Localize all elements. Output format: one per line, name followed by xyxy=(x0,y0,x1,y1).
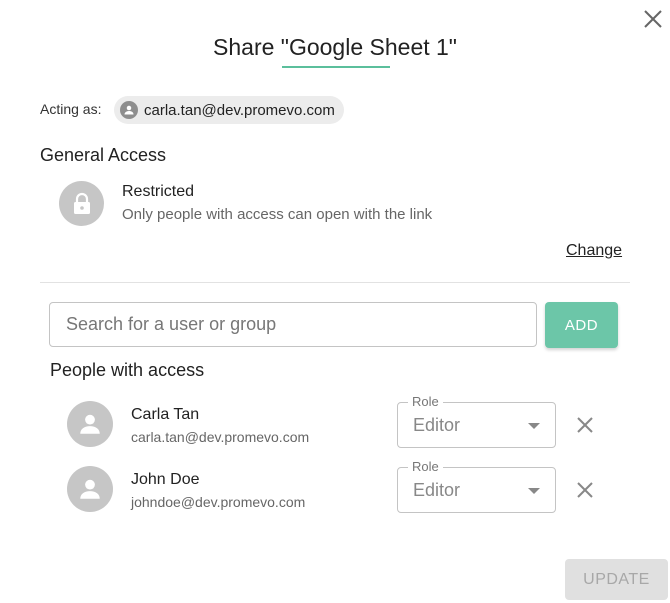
role-label: Role xyxy=(408,459,443,474)
divider xyxy=(40,282,630,283)
chevron-down-icon xyxy=(528,488,540,494)
add-button[interactable]: ADD xyxy=(545,302,618,348)
access-level-title: Restricted xyxy=(122,183,195,200)
person-email: carla.tan@dev.promevo.com xyxy=(131,429,310,445)
remove-person-icon[interactable] xyxy=(574,414,596,436)
title-underline xyxy=(282,66,390,68)
acting-as-chip[interactable]: carla.tan@dev.promevo.com xyxy=(114,96,344,124)
role-select[interactable]: Role Editor xyxy=(397,459,556,513)
person-name: Carla Tan xyxy=(131,406,200,423)
search-input[interactable] xyxy=(49,302,537,347)
remove-person-icon[interactable] xyxy=(574,479,596,501)
role-value: Editor xyxy=(413,415,461,435)
avatar xyxy=(67,466,113,512)
person-icon xyxy=(80,479,100,499)
role-value: Editor xyxy=(413,480,461,500)
role-select[interactable]: Role Editor xyxy=(397,394,556,448)
update-button[interactable]: UPDATE xyxy=(565,559,668,600)
person-email: johndoe@dev.promevo.com xyxy=(131,494,306,510)
chevron-down-icon xyxy=(528,423,540,429)
person-icon xyxy=(80,414,100,434)
person-name: John Doe xyxy=(131,471,200,488)
dialog-title: Share "Google Sheet 1" xyxy=(213,34,457,60)
role-label: Role xyxy=(408,394,443,409)
user-avatar-icon xyxy=(120,101,138,119)
close-icon[interactable] xyxy=(640,6,666,32)
access-level-description: Only people with access can open with th… xyxy=(122,206,433,223)
people-with-access-heading: People with access xyxy=(50,360,205,380)
acting-as-email: carla.tan@dev.promevo.com xyxy=(144,101,335,119)
acting-as-label: Acting as: xyxy=(40,101,102,117)
general-access-heading: General Access xyxy=(40,145,167,165)
change-access-link[interactable]: Change xyxy=(566,242,622,260)
lock-icon xyxy=(59,181,104,226)
avatar xyxy=(67,401,113,447)
